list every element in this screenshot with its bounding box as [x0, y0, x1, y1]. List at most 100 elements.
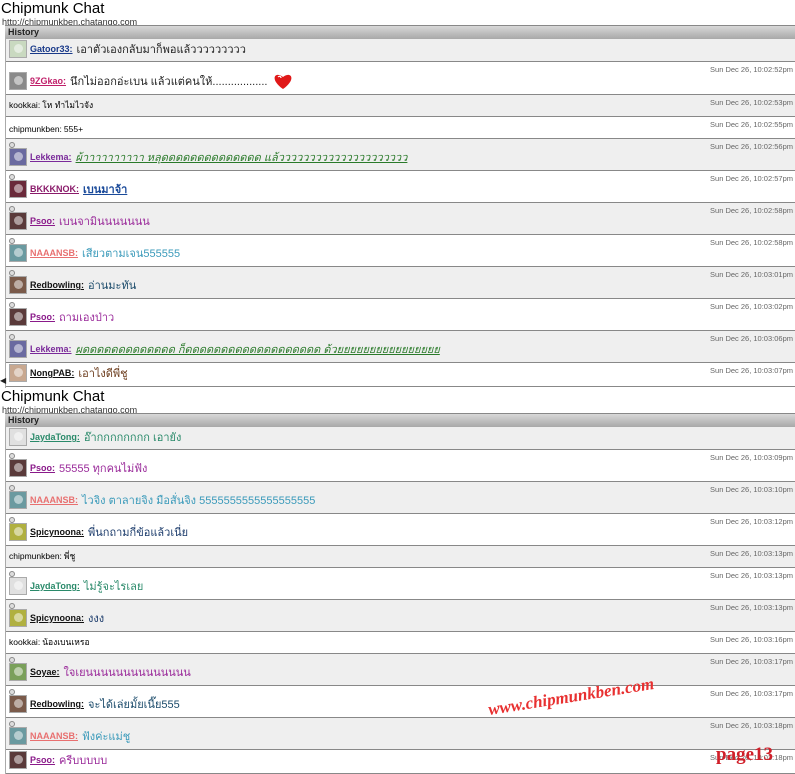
- chat-message-row: Sun Dec 26, 10:03:17pm Soyae: ใจเยนนนนนนนน…: [6, 654, 795, 686]
- app-title: Chipmunk Chat: [1, 388, 105, 405]
- message-text: พี่นกถามกี่ข้อแล้วเนี่ย: [88, 527, 189, 539]
- message-text: เบนมาจ้า: [83, 184, 128, 196]
- username[interactable]: Spicynoona:: [30, 613, 84, 623]
- message-text: นึกไม่ออกอ่ะเบน แล้วแต่คนให้............…: [70, 76, 268, 88]
- chat-message-row: Sun Dec 26, 10:03:13pm chipmunkben: พี่ชู: [6, 546, 795, 568]
- history-label: History: [8, 415, 40, 425]
- history-header[interactable]: History: [5, 413, 795, 428]
- username[interactable]: NongPAB:: [30, 368, 74, 378]
- username: kookkai:: [9, 100, 41, 110]
- avatar[interactable]: [9, 340, 27, 358]
- avatar[interactable]: [9, 577, 27, 595]
- message-text: ผ้าาาาาาาาาา หลุดดดดดดดดดดดดดด แล้วววววว…: [75, 152, 408, 164]
- message-text: จะได้เล่ยมั้ยเนี๊ย555: [88, 699, 180, 711]
- message: Psoo: ถามเองป่าว: [9, 308, 114, 326]
- timestamp: Sun Dec 26, 10:02:55pm: [710, 120, 793, 129]
- message: Psoo: ครีบบบบบ: [9, 751, 107, 769]
- message-text: อ๊ากกกกกกกก เอายัง: [83, 432, 182, 444]
- message-text: น้องเบนเหรอ: [42, 637, 90, 647]
- app-url: http://chipmunkben.chatango.com: [2, 18, 138, 25]
- username[interactable]: Redbowling:: [30, 699, 84, 709]
- chat-message-row: Sun Dec 26, 10:02:52pm 9ZGkao: นึกไม่ออกอ่…: [6, 62, 795, 95]
- username[interactable]: 9ZGkao:: [30, 76, 66, 86]
- message-text: 55555 ทุกคนไม่ฟัง: [59, 463, 148, 475]
- username[interactable]: NAAANSB:: [30, 248, 78, 258]
- message: JaydaTong: อ๊ากกกกกกกก เอายัง: [9, 428, 181, 446]
- message-text: โห ทำไมไวจัง: [42, 100, 94, 110]
- avatar[interactable]: [9, 663, 27, 681]
- timestamp: Sun Dec 26, 10:02:58pm: [710, 238, 793, 247]
- avatar[interactable]: [9, 695, 27, 713]
- avatar[interactable]: [9, 244, 27, 262]
- history-header[interactable]: History: [5, 25, 795, 40]
- message-text: 555+: [63, 124, 84, 134]
- chat-message-row: Sun Dec 26, 10:02:57pm BKKKNOK: เบนมาจ้า: [6, 171, 795, 203]
- message-text: งงง: [88, 613, 105, 625]
- timestamp: Sun Dec 26, 10:03:07pm: [710, 366, 793, 375]
- chat-message-row: Sun Dec 26, 10:02:58pm Psoo: เบนจามินนนนนน…: [6, 203, 795, 235]
- username[interactable]: Psoo:: [30, 463, 55, 473]
- username[interactable]: BKKKNOK:: [30, 184, 79, 194]
- message-text: ครีบบบบบ: [59, 755, 108, 767]
- avatar[interactable]: [9, 609, 27, 627]
- message-text: ใจเยนนนนนนนนนนนนนน: [63, 667, 191, 679]
- message-text: ผดดดดดดดดดดดดด ก็ดดดดดดดดดดดดดดดดดดด ด้ว…: [75, 344, 440, 356]
- history-label: History: [8, 27, 40, 37]
- username[interactable]: JaydaTong:: [30, 432, 80, 442]
- avatar[interactable]: [9, 751, 27, 769]
- chat-message-row: Sun Dec 26, 10:03:13pm Spicynoona: งงง: [6, 600, 795, 632]
- scroll-left-icon[interactable]: ◀: [0, 376, 6, 385]
- chat-message-row: Sun Dec 26, 10:03:01pm Redbowling: อ่านมะท…: [6, 267, 795, 299]
- avatar[interactable]: [9, 212, 27, 230]
- username[interactable]: Soyae:: [30, 667, 60, 677]
- timestamp: Sun Dec 26, 10:02:52pm: [710, 65, 793, 74]
- username[interactable]: Psoo:: [30, 755, 55, 765]
- avatar[interactable]: [9, 180, 27, 198]
- avatar[interactable]: [9, 308, 27, 326]
- username[interactable]: NAAANSB:: [30, 731, 78, 741]
- username[interactable]: Redbowling:: [30, 280, 84, 290]
- timestamp: Sun Dec 26, 10:03:06pm: [710, 334, 793, 343]
- avatar[interactable]: [9, 523, 27, 541]
- message: 9ZGkao: นึกไม่ออกอ่ะเบน แล้วแต่คนให้.....…: [9, 72, 293, 90]
- username[interactable]: JaydaTong:: [30, 581, 80, 591]
- chat-message-row: Sun Dec 26, 10:03:07pm NongPAB: เอาไงดีพี่…: [6, 363, 795, 387]
- avatar[interactable]: [9, 364, 27, 382]
- message: chipmunkben: 555+: [9, 124, 83, 134]
- avatar[interactable]: [9, 148, 27, 166]
- timestamp: Sun Dec 26, 10:03:17pm: [710, 657, 793, 666]
- message: JaydaTong: ไม่รู้จะไรเลย: [9, 577, 143, 595]
- avatar[interactable]: [9, 276, 27, 294]
- timestamp: Sun Dec 26, 10:03:16pm: [710, 635, 793, 644]
- chat-window-1: Chipmunk Chat http://chipmunkben.chatang…: [0, 0, 795, 388]
- username[interactable]: Lekkema:: [30, 152, 72, 162]
- timestamp: Sun Dec 26, 10:02:57pm: [710, 174, 793, 183]
- username[interactable]: Psoo:: [30, 216, 55, 226]
- timestamp: Sun Dec 26, 10:03:12pm: [710, 517, 793, 526]
- message-text: เอาไงดีพี่ชู: [78, 368, 128, 380]
- timestamp: Sun Dec 26, 10:02:58pm: [710, 206, 793, 215]
- app-url: http://chipmunkben.chatango.com: [2, 406, 138, 413]
- message-text: อ่านมะทัน: [88, 280, 137, 292]
- username[interactable]: Lekkema:: [30, 344, 72, 354]
- avatar[interactable]: [9, 727, 27, 745]
- avatar[interactable]: [9, 428, 27, 446]
- username[interactable]: Gatoor33:: [30, 44, 73, 54]
- avatar[interactable]: [9, 40, 27, 58]
- avatar[interactable]: [9, 459, 27, 477]
- message: NAAANSB: ไวจิง ตาลายจิง มือสั่นจิง 555555…: [9, 491, 315, 509]
- history-list[interactable]: JaydaTong: อ๊ากกกกกกกก เอายัง Sun Dec 26, …: [5, 427, 795, 774]
- chat-message-row: Sun Dec 26, 10:03:13pm JaydaTong: ไม่รู้จะ…: [6, 568, 795, 600]
- avatar[interactable]: [9, 491, 27, 509]
- username[interactable]: NAAANSB:: [30, 495, 78, 505]
- timestamp: Sun Dec 26, 10:02:53pm: [710, 98, 793, 107]
- timestamp: Sun Dec 26, 10:03:10pm: [710, 485, 793, 494]
- chat-message-row: Sun Dec 26, 10:02:58pm NAAANSB: เสียวตามเจ…: [6, 235, 795, 267]
- timestamp: Sun Dec 26, 10:03:02pm: [710, 302, 793, 311]
- history-list[interactable]: Gatoor33: เอาตัวเองกลับมาก็พอแล้ววววววววว…: [5, 39, 795, 388]
- username[interactable]: Spicynoona:: [30, 527, 84, 537]
- chat-message-row: Sun Dec 26, 10:03:12pm Spicynoona: พี่นกถา…: [6, 514, 795, 546]
- message-text: ฟังค่ะแม่ชู: [82, 731, 131, 743]
- username[interactable]: Psoo:: [30, 312, 55, 322]
- avatar[interactable]: [9, 72, 27, 90]
